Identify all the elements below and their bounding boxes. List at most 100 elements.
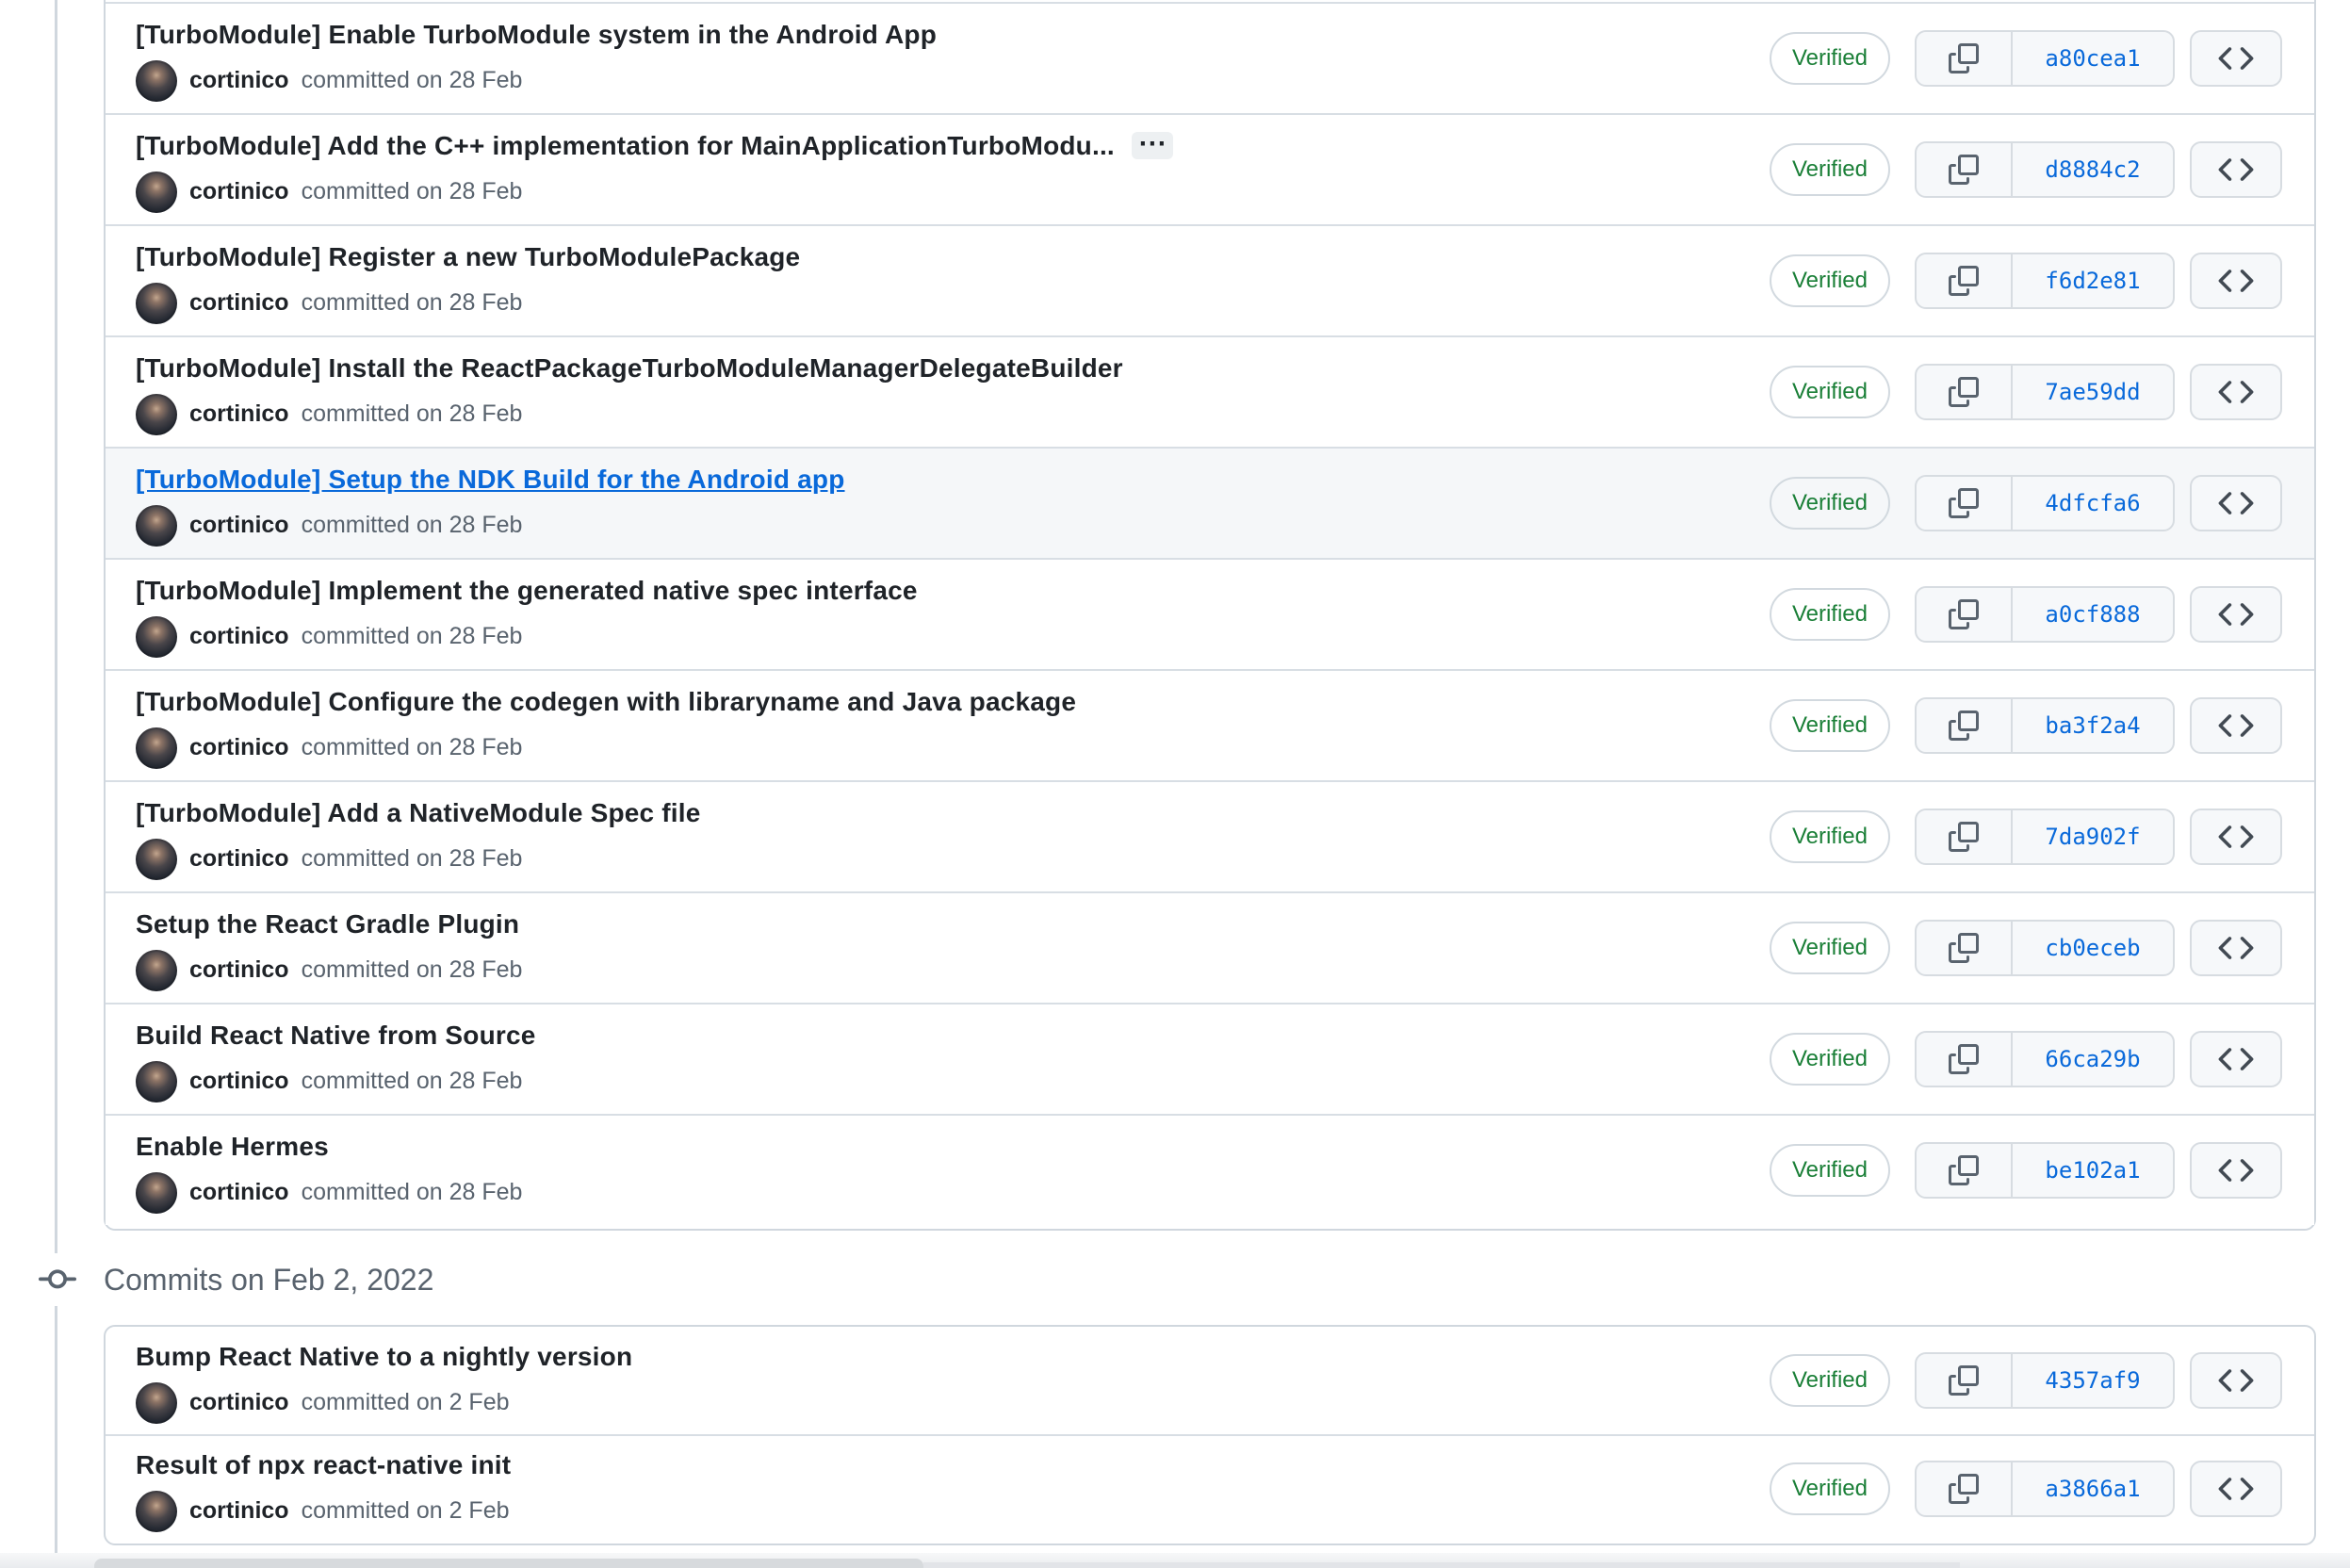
browse-code-button[interactable] xyxy=(2190,1461,2282,1517)
copy-sha-button[interactable] xyxy=(1917,477,2013,530)
verified-badge[interactable]: Verified xyxy=(1769,1462,1890,1515)
copy-sha-button[interactable] xyxy=(1917,254,2013,307)
commit-sha-link[interactable]: 7ae59dd xyxy=(2013,366,2173,418)
browse-code-button[interactable] xyxy=(2190,697,2282,754)
commit-sha-link[interactable]: ba3f2a4 xyxy=(2013,699,2173,752)
copy-sha-button[interactable] xyxy=(1917,1354,2013,1407)
avatar[interactable] xyxy=(136,1060,177,1102)
copy-sha-button[interactable] xyxy=(1917,699,2013,752)
commit-title-link[interactable]: [TurboModule] Setup the NDK Build for th… xyxy=(136,465,845,495)
commit-title-link[interactable]: [TurboModule] Register a new TurboModule… xyxy=(136,242,800,272)
browse-code-button[interactable] xyxy=(2190,141,2282,198)
author-name-link[interactable]: cortinico xyxy=(189,1179,289,1206)
avatar[interactable] xyxy=(136,171,177,213)
commit-date-text: committed on 28 Feb xyxy=(301,1068,523,1094)
copy-sha-button[interactable] xyxy=(1917,1462,2013,1515)
commit-title-link[interactable]: [TurboModule] Configure the codegen with… xyxy=(136,687,1076,717)
avatar[interactable] xyxy=(136,615,177,658)
author-name-link[interactable]: cortinico xyxy=(189,623,289,650)
commit-title-link[interactable]: [TurboModule] Add the C++ implementation… xyxy=(136,131,1115,161)
copy-sha-button[interactable] xyxy=(1917,32,2013,85)
commit-sha-link[interactable]: a0cf888 xyxy=(2013,588,2173,641)
browse-code-button[interactable] xyxy=(2190,30,2282,87)
code-icon xyxy=(2218,596,2254,632)
commit-sha-link[interactable]: cb0eceb xyxy=(2013,922,2173,974)
sha-button-group: be102a1 xyxy=(1915,1142,2175,1199)
avatar[interactable] xyxy=(136,59,177,102)
commit-title-link[interactable]: [TurboModule] Install the ReactPackageTu… xyxy=(136,353,1123,384)
browse-code-button[interactable] xyxy=(2190,475,2282,531)
author-name-link[interactable]: cortinico xyxy=(189,734,289,761)
author-name-link[interactable]: cortinico xyxy=(189,1389,289,1416)
commit-title-link[interactable]: Enable Hermes xyxy=(136,1132,329,1162)
browse-code-button[interactable] xyxy=(2190,808,2282,865)
avatar[interactable] xyxy=(136,1490,177,1532)
commit-sha-link[interactable]: a80cea1 xyxy=(2013,32,2173,85)
browse-code-button[interactable] xyxy=(2190,586,2282,643)
browse-code-button[interactable] xyxy=(2190,1142,2282,1199)
commit-summary: [TurboModule] Add the C++ implementation… xyxy=(136,127,1173,213)
author-name-link[interactable]: cortinico xyxy=(189,512,289,539)
commit-sha-link[interactable]: d8884c2 xyxy=(2013,143,2173,196)
browse-code-button[interactable] xyxy=(2190,364,2282,420)
avatar[interactable] xyxy=(136,727,177,769)
copy-sha-button[interactable] xyxy=(1917,1033,2013,1086)
commit-title-link[interactable]: Bump React Native to a nightly version xyxy=(136,1342,632,1372)
commit-title-link[interactable]: [TurboModule] Add a NativeModule Spec fi… xyxy=(136,798,701,828)
avatar[interactable] xyxy=(136,504,177,547)
verified-badge[interactable]: Verified xyxy=(1769,588,1890,641)
verified-badge[interactable]: Verified xyxy=(1769,32,1890,85)
browse-code-button[interactable] xyxy=(2190,253,2282,309)
commit-sha-link[interactable]: 7da902f xyxy=(2013,810,2173,863)
commit-message-expander-button[interactable]: ⋯ xyxy=(1131,127,1173,159)
author-name-link[interactable]: cortinico xyxy=(189,289,289,317)
commit-title-link[interactable]: [TurboModule] Implement the generated na… xyxy=(136,576,918,606)
commit-title-link[interactable]: Setup the React Gradle Plugin xyxy=(136,909,519,939)
verified-badge[interactable]: Verified xyxy=(1769,254,1890,307)
verified-badge[interactable]: Verified xyxy=(1769,699,1890,752)
author-name-link[interactable]: cortinico xyxy=(189,67,289,94)
avatar[interactable] xyxy=(136,1381,177,1424)
commit-row: [TurboModule] Install the ReactPackageTu… xyxy=(106,335,2314,447)
author-name-link[interactable]: cortinico xyxy=(189,1497,289,1525)
copy-sha-button[interactable] xyxy=(1917,810,2013,863)
verified-badge[interactable]: Verified xyxy=(1769,810,1890,863)
commit-title-link[interactable]: [TurboModule] Enable TurboModule system … xyxy=(136,20,937,50)
author-name-link[interactable]: cortinico xyxy=(189,1068,289,1095)
verified-badge[interactable]: Verified xyxy=(1769,366,1890,418)
author-name-link[interactable]: cortinico xyxy=(189,845,289,873)
copy-icon xyxy=(1949,488,1979,518)
verified-badge[interactable]: Verified xyxy=(1769,477,1890,530)
commit-title-link[interactable]: Build React Native from Source xyxy=(136,1021,536,1051)
verified-badge[interactable]: Verified xyxy=(1769,143,1890,196)
verified-badge[interactable]: Verified xyxy=(1769,922,1890,974)
browse-code-button[interactable] xyxy=(2190,1031,2282,1087)
commit-title-link[interactable]: Result of npx react-native init xyxy=(136,1450,511,1480)
browse-code-button[interactable] xyxy=(2190,1352,2282,1409)
copy-sha-button[interactable] xyxy=(1917,588,2013,641)
commit-sha-link[interactable]: 66ca29b xyxy=(2013,1033,2173,1086)
author-name-link[interactable]: cortinico xyxy=(189,178,289,205)
copy-sha-button[interactable] xyxy=(1917,1144,2013,1197)
commit-sha-link[interactable]: 4dfcfa6 xyxy=(2013,477,2173,530)
commit-sha-link[interactable]: be102a1 xyxy=(2013,1144,2173,1197)
author-name-link[interactable]: cortinico xyxy=(189,400,289,428)
avatar[interactable] xyxy=(136,949,177,991)
commit-sha-link[interactable]: a3866a1 xyxy=(2013,1462,2173,1515)
commit-sha-link[interactable]: f6d2e81 xyxy=(2013,254,2173,307)
browse-code-button[interactable] xyxy=(2190,920,2282,976)
avatar[interactable] xyxy=(136,282,177,324)
copy-sha-button[interactable] xyxy=(1917,366,2013,418)
avatar[interactable] xyxy=(136,1171,177,1214)
copy-sha-button[interactable] xyxy=(1917,143,2013,196)
commit-row: [TurboModule] Implement the generated na… xyxy=(106,558,2314,669)
verified-badge[interactable]: Verified xyxy=(1769,1354,1890,1407)
avatar[interactable] xyxy=(136,393,177,435)
author-name-link[interactable]: cortinico xyxy=(189,956,289,984)
verified-badge[interactable]: Verified xyxy=(1769,1033,1890,1086)
avatar[interactable] xyxy=(136,838,177,880)
ellipsis-icon: ⋯ xyxy=(1137,127,1167,159)
copy-sha-button[interactable] xyxy=(1917,922,2013,974)
commit-sha-link[interactable]: 4357af9 xyxy=(2013,1354,2173,1407)
verified-badge[interactable]: Verified xyxy=(1769,1144,1890,1197)
